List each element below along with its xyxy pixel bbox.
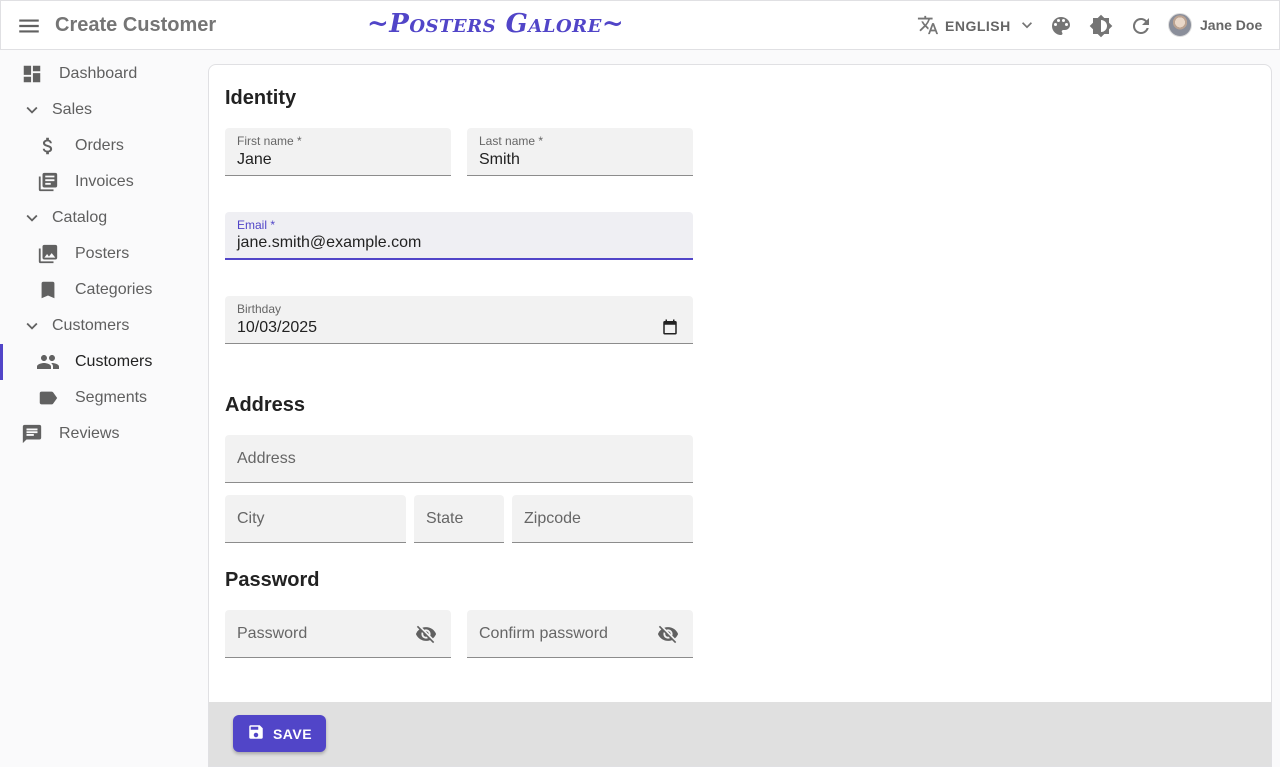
- app-bar: Create Customer ~Posters Galore~ ENGLISH…: [0, 0, 1280, 50]
- sidebar-item-categories[interactable]: Categories: [0, 272, 208, 308]
- sidebar-item-label: Orders: [75, 137, 124, 154]
- avatar: [1168, 13, 1192, 37]
- sidebar-item-label: Catalog: [52, 209, 108, 226]
- sidebar-item-label: Invoices: [75, 173, 134, 190]
- sidebar-item-customers[interactable]: Customers: [0, 344, 208, 380]
- menu-icon[interactable]: [16, 13, 42, 39]
- sidebar-group-catalog[interactable]: Catalog: [0, 200, 208, 236]
- comment-icon: [20, 422, 44, 446]
- sidebar-item-posters[interactable]: Posters: [0, 236, 208, 272]
- sidebar-item-reviews[interactable]: Reviews: [0, 416, 208, 452]
- city-placeholder: City: [237, 510, 265, 527]
- sidebar-item-label: Reviews: [59, 425, 120, 442]
- brightness-icon[interactable]: [1089, 14, 1113, 38]
- translate-icon: [917, 14, 939, 39]
- form-toolbar: SAVE: [209, 702, 1271, 766]
- image-icon: [36, 242, 60, 266]
- label-icon: [36, 386, 60, 410]
- language-label: ENGLISH: [945, 18, 1011, 34]
- sidebar: Dashboard Sales Orders Invoices Catalog …: [0, 56, 208, 452]
- dashboard-icon: [20, 62, 44, 86]
- address-field[interactable]: Address: [225, 435, 693, 483]
- chevron-down-icon: [20, 206, 44, 230]
- last-name-field[interactable]: Last name * Smith: [467, 128, 693, 176]
- password-title: Password: [225, 569, 320, 591]
- save-button[interactable]: SAVE: [233, 715, 326, 752]
- identity-title: Identity: [225, 87, 297, 109]
- visibility-off-icon[interactable]: [415, 623, 437, 645]
- bookmark-icon: [36, 278, 60, 302]
- city-field[interactable]: City: [225, 495, 406, 543]
- address-title: Address: [225, 394, 306, 416]
- address-placeholder: Address: [237, 450, 296, 467]
- last-name-label: Last name *: [479, 134, 544, 148]
- first-name-field[interactable]: First name * Jane: [225, 128, 451, 176]
- zipcode-placeholder: Zipcode: [524, 510, 581, 527]
- birthday-value: 10/03/2025: [237, 319, 318, 336]
- dollar-icon: [36, 134, 60, 158]
- birthday-label: Birthday: [237, 302, 282, 316]
- save-icon: [247, 723, 265, 744]
- user-menu[interactable]: Jane Doe: [1168, 13, 1262, 37]
- confirm-password-placeholder: Confirm password: [479, 625, 608, 642]
- first-name-label: First name *: [237, 134, 302, 148]
- sidebar-item-label: Customers: [52, 317, 130, 334]
- password-field[interactable]: Password: [225, 610, 451, 658]
- sidebar-item-label: Sales: [52, 101, 93, 118]
- invoices-icon: [36, 170, 60, 194]
- sidebar-group-sales[interactable]: Sales: [0, 92, 208, 128]
- zipcode-field[interactable]: Zipcode: [512, 495, 693, 543]
- refresh-icon[interactable]: [1129, 14, 1153, 38]
- create-customer-form: Identity First name * Jane Last name * S…: [208, 64, 1272, 767]
- confirm-password-field[interactable]: Confirm password: [467, 610, 693, 658]
- sidebar-item-label: Posters: [75, 245, 130, 262]
- email-field[interactable]: Email * jane.smith@example.com: [225, 212, 693, 260]
- birthday-field[interactable]: Birthday 10/03/2025: [225, 296, 693, 344]
- state-field[interactable]: State: [414, 495, 504, 543]
- last-name-value: Smith: [479, 151, 520, 168]
- sidebar-item-dashboard[interactable]: Dashboard: [0, 56, 208, 92]
- password-placeholder: Password: [237, 625, 308, 642]
- app-logo: ~Posters Galore~: [367, 9, 625, 39]
- sidebar-item-orders[interactable]: Orders: [0, 128, 208, 164]
- sidebar-item-label: Categories: [75, 281, 153, 298]
- sidebar-group-customers[interactable]: Customers: [0, 308, 208, 344]
- calendar-icon[interactable]: [661, 318, 679, 336]
- save-label: SAVE: [272, 725, 313, 742]
- visibility-off-icon[interactable]: [657, 623, 679, 645]
- language-selector[interactable]: ENGLISH: [917, 13, 1037, 39]
- sidebar-item-segments[interactable]: Segments: [0, 380, 208, 416]
- email-value: jane.smith@example.com: [237, 234, 422, 251]
- page-title: Create Customer: [55, 14, 217, 36]
- palette-icon[interactable]: [1049, 14, 1073, 38]
- user-name: Jane Doe: [1200, 17, 1263, 33]
- state-placeholder: State: [426, 510, 464, 527]
- chevron-down-icon: [20, 98, 44, 122]
- people-icon: [36, 350, 60, 374]
- sidebar-item-invoices[interactable]: Invoices: [0, 164, 208, 200]
- chevron-down-icon: [20, 314, 44, 338]
- chevron-down-icon: [1017, 15, 1037, 38]
- sidebar-item-label: Segments: [75, 389, 148, 406]
- sidebar-item-label: Dashboard: [59, 65, 138, 82]
- email-label: Email *: [237, 218, 276, 232]
- first-name-value: Jane: [237, 151, 272, 168]
- sidebar-item-label: Customers: [75, 353, 153, 370]
